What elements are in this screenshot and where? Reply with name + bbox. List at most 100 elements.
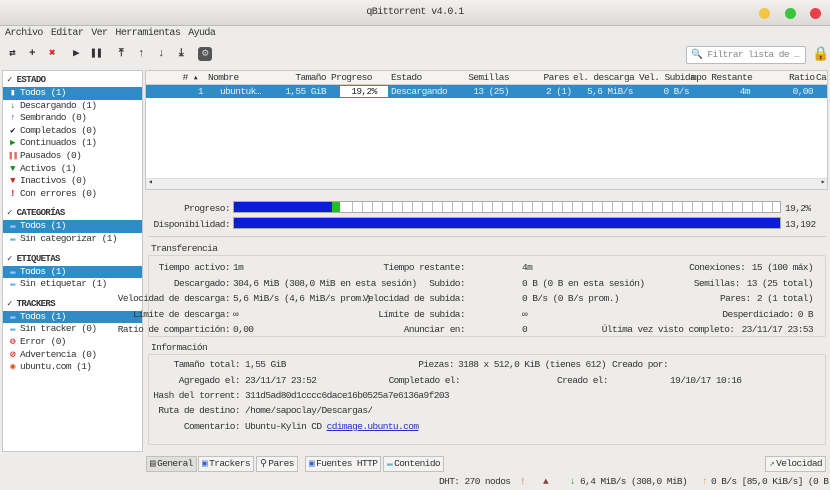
filter-input[interactable]: 🔍 Filtrar lista de …	[686, 46, 806, 64]
category-todos[interactable]: ▬ Todos (1)	[3, 220, 142, 233]
section-estado[interactable]: ✓ ESTADO	[3, 73, 142, 87]
transfer-label: Semillas:	[693, 277, 741, 289]
tab-contenido[interactable]: ▬ Contenido	[383, 456, 445, 472]
col-tamano[interactable]: Tamaño	[295, 71, 326, 85]
filter-inactivos[interactable]: ▼ Inactivos (0)	[3, 175, 142, 188]
alt-speed-icon[interactable]: ▲	[543, 473, 549, 490]
label: Sembrando (0)	[20, 112, 87, 124]
label: Error (0)	[20, 335, 67, 347]
tag-sin[interactable]: ▬ Sin etiquetar (1)	[3, 278, 142, 291]
section-title: CATEGORÍAS	[16, 208, 66, 219]
transfer-label: Desperdiciado:	[722, 308, 794, 320]
progress-value: 19,2%	[785, 203, 811, 214]
tab-label: Contenido	[394, 458, 441, 469]
scroll-right-icon[interactable]: ▸	[821, 177, 826, 187]
col-ca[interactable]: Ca	[816, 71, 827, 85]
minimize-button[interactable]	[759, 8, 770, 19]
transfer-value: ∞	[233, 308, 239, 320]
tracker-error[interactable]: ⊖ Error (0)	[3, 336, 142, 349]
tab-trackers[interactable]: ▣ Trackers	[198, 456, 254, 472]
label: Tamaño total:	[173, 359, 241, 370]
options-icon[interactable]: ⚙	[198, 47, 212, 61]
move-down-icon[interactable]: ↓	[154, 47, 168, 61]
maximize-button[interactable]	[785, 8, 796, 19]
col-ratio[interactable]: Ratio	[789, 71, 815, 85]
progress-fill	[234, 202, 333, 212]
section-categorias[interactable]: ✓ CATEGORÍAS	[3, 206, 142, 220]
resume-icon[interactable]: ▶	[69, 47, 83, 61]
transfer-label: Conexiones:	[689, 262, 746, 273]
delete-icon[interactable]: ✖	[45, 47, 59, 61]
transfer-label: Pares:	[720, 293, 751, 304]
col-vel-descarga[interactable]: el. descarga	[573, 71, 635, 85]
download-icon: ↓	[570, 476, 576, 487]
menu-archivo[interactable]: Archivo	[5, 26, 43, 42]
tab-pares[interactable]: ⚲ Pares	[256, 456, 298, 472]
filter-todos[interactable]: ▮ Todos (1)	[3, 87, 142, 100]
transfer-value: 5,6 MiB/s (4,6 MiB/s prom.)	[233, 293, 371, 304]
col-pares[interactable]: Pares	[543, 71, 569, 85]
move-top-icon[interactable]: ⤒	[114, 47, 128, 61]
cell-seeds: 13 (25)	[473, 86, 509, 97]
filter-descargando[interactable]: ↓ Descargando (1)	[3, 100, 142, 113]
col-progreso[interactable]: Progreso	[331, 71, 372, 85]
add-torrent-icon[interactable]: +	[25, 47, 39, 61]
tracker-ubuntu[interactable]: ◉ ubuntu.com (1)	[3, 361, 142, 374]
comment: Ubuntu-Kylin CD cdimage.ubuntu.com	[245, 421, 419, 432]
menu-editar[interactable]: Editar	[51, 26, 84, 42]
tab-label: Trackers	[209, 458, 250, 469]
label: Con errores (0)	[20, 187, 97, 199]
tracker-advertencia[interactable]: ⊘ Advertencia (0)	[3, 349, 142, 362]
upload-speed[interactable]: 0 B/s [85,0 KiB/s] (0 B)	[711, 473, 830, 490]
tab-general[interactable]: ▤ General	[146, 456, 197, 472]
move-up-icon[interactable]: ↑	[134, 47, 148, 61]
table-row[interactable]: 1 ↓ ubuntuk… 1,55 GiB 19,2% Descargando …	[146, 85, 827, 98]
tag-todos[interactable]: ▬ Todos (1)	[3, 265, 142, 279]
transfer-label: Tiempo restante:	[383, 262, 465, 273]
menu-ayuda[interactable]: Ayuda	[188, 26, 216, 42]
horizontal-scrollbar[interactable]: ◂ ▸	[146, 178, 827, 189]
speed-button[interactable]: ↗ Velocidad	[765, 456, 827, 472]
filter-activos[interactable]: ▼ Activos (1)	[3, 163, 142, 176]
label: Inactivos (0)	[20, 175, 87, 187]
download-speed[interactable]: 6,4 MiB/s (308,0 MiB)	[580, 473, 688, 490]
comment-link[interactable]: cdimage.ubuntu.com	[327, 421, 419, 432]
add-link-icon[interactable]: ⇄	[5, 47, 19, 61]
section-etiquetas[interactable]: ✓ ETIQUETAS	[3, 252, 142, 266]
piece-map	[343, 202, 780, 212]
label: Piezas:	[418, 359, 454, 370]
connection-icon[interactable]: !	[520, 473, 526, 490]
tracker-todos[interactable]: ▬ Todos (1)	[3, 310, 142, 324]
pause-icon[interactable]: ❚❚	[89, 47, 103, 61]
close-button[interactable]	[810, 8, 821, 19]
col-vel-subida[interactable]: Vel. Subida	[639, 71, 696, 85]
tab-fuentes-http[interactable]: ▣ Fuentes HTTP	[305, 456, 382, 472]
transfer-value: 0	[522, 324, 528, 335]
label: Continuados (1)	[20, 137, 97, 149]
label: Creado el:	[556, 375, 609, 386]
cell-size: 1,55 GiB	[285, 86, 326, 97]
filter-sembrando[interactable]: ↑ Sembrando (0)	[3, 112, 142, 125]
menu-herramientas[interactable]: Herramientas	[115, 26, 180, 42]
download-icon: ↓	[10, 100, 15, 111]
folder-icon: ▬	[10, 324, 15, 335]
transfer-label: Velocidad de subida:	[362, 293, 466, 304]
filter-icon: ▼	[10, 163, 15, 174]
filter-errores[interactable]: ! Con errores (0)	[3, 188, 142, 201]
menu-ver[interactable]: Ver	[91, 26, 108, 42]
col-num[interactable]: # ▴	[183, 71, 199, 85]
filter-continuados[interactable]: ▶ Continuados (1)	[3, 137, 142, 150]
col-tiempo-restante[interactable]: mpo Restante	[691, 71, 753, 85]
category-sin[interactable]: ▬ Sin categorizar (1)	[3, 233, 142, 246]
filter-completados[interactable]: ✔ Completados (0)	[3, 125, 142, 138]
move-bottom-icon[interactable]: ⤓	[174, 47, 188, 61]
progress-label: Progreso:	[184, 203, 231, 214]
col-nombre[interactable]: Nombre	[208, 71, 239, 85]
col-semillas[interactable]: Semillas	[468, 71, 509, 85]
scroll-left-icon[interactable]: ◂	[148, 177, 153, 187]
label: Agregado el:	[178, 375, 241, 386]
lock-icon[interactable]: 🔒	[812, 46, 829, 63]
filter-pausados[interactable]: ❚❚ Pausados (0)	[3, 150, 142, 163]
upload-icon: ↑	[10, 113, 15, 124]
col-estado[interactable]: Estado	[391, 71, 422, 85]
